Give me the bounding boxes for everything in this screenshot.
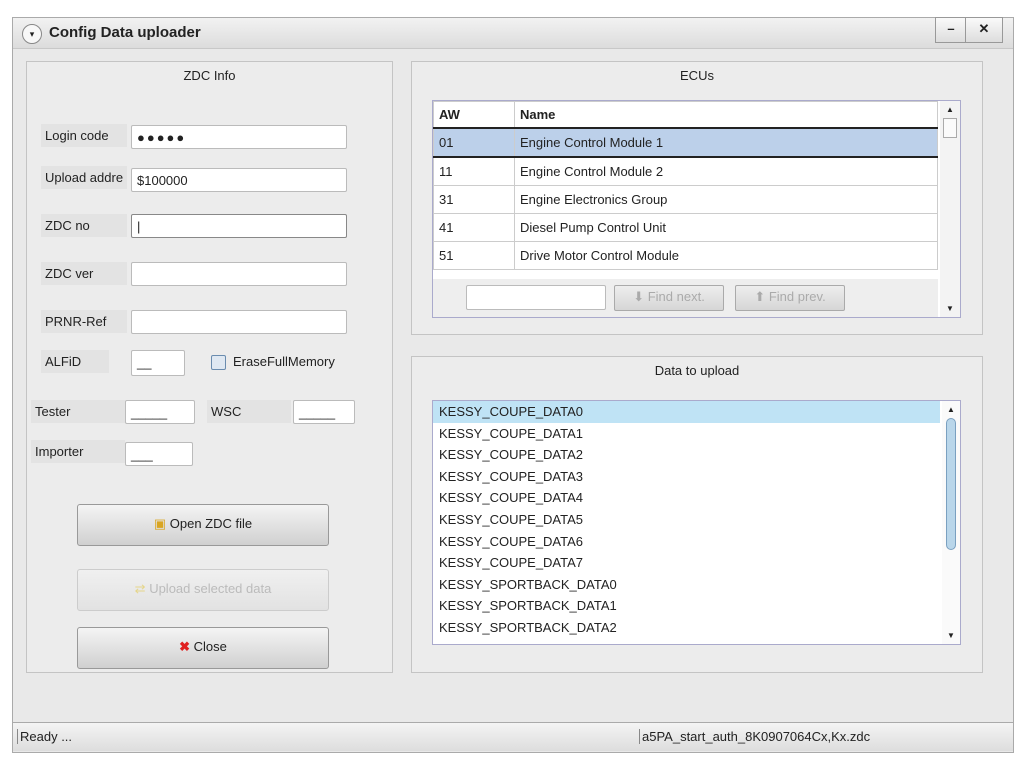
- status-text: Ready ...: [17, 729, 72, 744]
- table-row[interactable]: 11 Engine Control Module 2: [433, 156, 938, 186]
- close-window-button[interactable]: ✕: [965, 17, 1003, 43]
- ecu-name: Engine Control Module 1: [514, 127, 938, 158]
- ecu-aw: 31: [433, 185, 515, 214]
- title-bar: ▾ Config Data uploader – ✕: [13, 17, 1013, 49]
- upload-selected-data-label: Upload selected data: [149, 581, 272, 596]
- list-item[interactable]: KESSY_SPORTBACK_DATA1: [433, 595, 940, 617]
- minimize-button[interactable]: –: [935, 17, 967, 43]
- data-to-upload-panel: Data to upload KESSY_COUPE_DATA0 KESSY_C…: [411, 356, 983, 673]
- tester-label: Tester: [31, 400, 125, 423]
- list-item[interactable]: KESSY_COUPE_DATA5: [433, 509, 940, 531]
- list-item[interactable]: KESSY_COUPE_DATA4: [433, 487, 940, 509]
- folder-open-icon: ▣: [153, 516, 167, 531]
- find-input[interactable]: [466, 285, 606, 310]
- column-aw[interactable]: AW: [433, 101, 515, 129]
- table-row[interactable]: 51 Drive Motor Control Module: [433, 241, 938, 270]
- ecu-aw: 01: [433, 127, 515, 158]
- list-item[interactable]: KESSY_SPORTBACK_DATA0: [433, 574, 940, 596]
- login-code-input[interactable]: ●●●●●: [131, 125, 347, 149]
- list-item[interactable]: KESSY_COUPE_DATA3: [433, 466, 940, 488]
- data-list-scrollbar[interactable]: ▲ ▼: [942, 401, 960, 644]
- tester-input[interactable]: _____: [125, 400, 195, 424]
- upload-address-input[interactable]: $100000: [131, 168, 347, 192]
- status-bar: Ready ... a5PA_start_auth_8K0907064Cx,Kx…: [13, 722, 1013, 751]
- login-code-label: Login code: [41, 124, 127, 147]
- importer-label: Importer: [31, 440, 125, 463]
- ecu-aw: 41: [433, 213, 515, 242]
- alfid-input[interactable]: __: [131, 350, 185, 376]
- find-next-label: Find next.: [647, 289, 705, 304]
- data-to-upload-title: Data to upload: [654, 363, 740, 378]
- list-item[interactable]: KESSY_COUPE_DATA2: [433, 444, 940, 466]
- arrow-up-icon: ⬆: [754, 289, 766, 304]
- list-item[interactable]: KESSY_COUPE_DATA1: [433, 423, 940, 445]
- ecu-name: Engine Electronics Group: [514, 185, 938, 214]
- arrow-down-icon: ⬇: [633, 289, 645, 304]
- list-item[interactable]: KESSY_COUPE_DATA7: [433, 552, 940, 574]
- list-item[interactable]: KESSY_COUPE_DATA0: [433, 401, 940, 423]
- find-next-button[interactable]: ⬇ Find next.: [614, 285, 724, 311]
- ecu-aw: 11: [433, 156, 515, 186]
- scroll-up-icon[interactable]: ▲: [940, 105, 960, 114]
- wsc-label: WSC: [207, 400, 291, 423]
- zdc-no-input[interactable]: |: [131, 214, 347, 238]
- table-row[interactable]: 01 Engine Control Module 1: [433, 127, 938, 158]
- erase-full-memory-checkbox[interactable]: [211, 355, 226, 370]
- ecus-title: ECUs: [680, 68, 714, 83]
- window-title: Config Data uploader: [49, 24, 201, 41]
- zdc-no-label: ZDC no: [41, 214, 127, 237]
- prnr-ref-label: PRNR-Ref: [41, 310, 127, 333]
- ecu-name: Diesel Pump Control Unit: [514, 213, 938, 242]
- scroll-down-icon[interactable]: ▼: [942, 631, 960, 640]
- config-data-uploader-window: ▾ Config Data uploader – ✕ ZDC Info Logi…: [12, 17, 1014, 753]
- upload-icon: ⇄: [134, 581, 146, 596]
- zdc-ver-input[interactable]: [131, 262, 347, 286]
- ecu-aw: 51: [433, 241, 515, 270]
- zdc-info-panel: ZDC Info Login code ●●●●● Upload addre $…: [26, 61, 393, 673]
- red-x-icon: ✖: [179, 639, 191, 654]
- ecu-name: Engine Control Module 2: [514, 156, 938, 186]
- open-zdc-file-label: Open ZDC file: [169, 516, 253, 531]
- list-item[interactable]: KESSY_COUPE_DATA6: [433, 531, 940, 553]
- status-file: a5PA_start_auth_8K0907064Cx,Kx.zdc: [639, 729, 870, 744]
- upload-selected-data-button[interactable]: ⇄ Upload selected data: [77, 569, 329, 611]
- open-zdc-file-button[interactable]: ▣ Open ZDC file: [77, 504, 329, 546]
- scroll-thumb[interactable]: [946, 418, 956, 550]
- importer-input[interactable]: ___: [125, 442, 193, 466]
- scroll-down-icon[interactable]: ▼: [940, 304, 960, 313]
- find-prev-button[interactable]: ⬆ Find prev.: [735, 285, 845, 311]
- ecu-table-header: AW Name: [433, 101, 938, 129]
- scroll-up-icon[interactable]: ▲: [942, 405, 960, 414]
- column-name[interactable]: Name: [514, 101, 938, 129]
- close-label: Close: [193, 639, 227, 654]
- find-bar: ⬇ Find next. ⬆ Find prev.: [433, 279, 938, 317]
- ecu-table: AW Name 01 Engine Control Module 1 11 Engin…: [432, 100, 961, 318]
- alfid-label: ALFiD: [41, 350, 109, 373]
- list-item[interactable]: KESSY_SPORTBACK_DATA2: [433, 617, 940, 639]
- table-row[interactable]: 41 Diesel Pump Control Unit: [433, 213, 938, 242]
- upload-address-label: Upload addre: [41, 166, 127, 189]
- ecu-scrollbar[interactable]: ▲ ▼: [940, 101, 960, 317]
- zdc-info-title: ZDC Info: [183, 68, 236, 83]
- prnr-ref-input[interactable]: [131, 310, 347, 334]
- find-prev-label: Find prev.: [768, 289, 826, 304]
- wsc-input[interactable]: _____: [293, 400, 355, 424]
- zdc-ver-label: ZDC ver: [41, 262, 127, 285]
- close-button[interactable]: ✖ Close: [77, 627, 329, 669]
- data-list: KESSY_COUPE_DATA0 KESSY_COUPE_DATA1 KESS…: [432, 400, 961, 645]
- scroll-thumb[interactable]: [943, 118, 957, 138]
- ecu-name: Drive Motor Control Module: [514, 241, 938, 270]
- window-menu-button[interactable]: ▾: [22, 24, 42, 44]
- erase-full-memory-label: EraseFullMemory: [233, 354, 335, 369]
- ecus-panel: ECUs AW Name 01 Engine Control Module 1 11…: [411, 61, 983, 335]
- table-row[interactable]: 31 Engine Electronics Group: [433, 185, 938, 214]
